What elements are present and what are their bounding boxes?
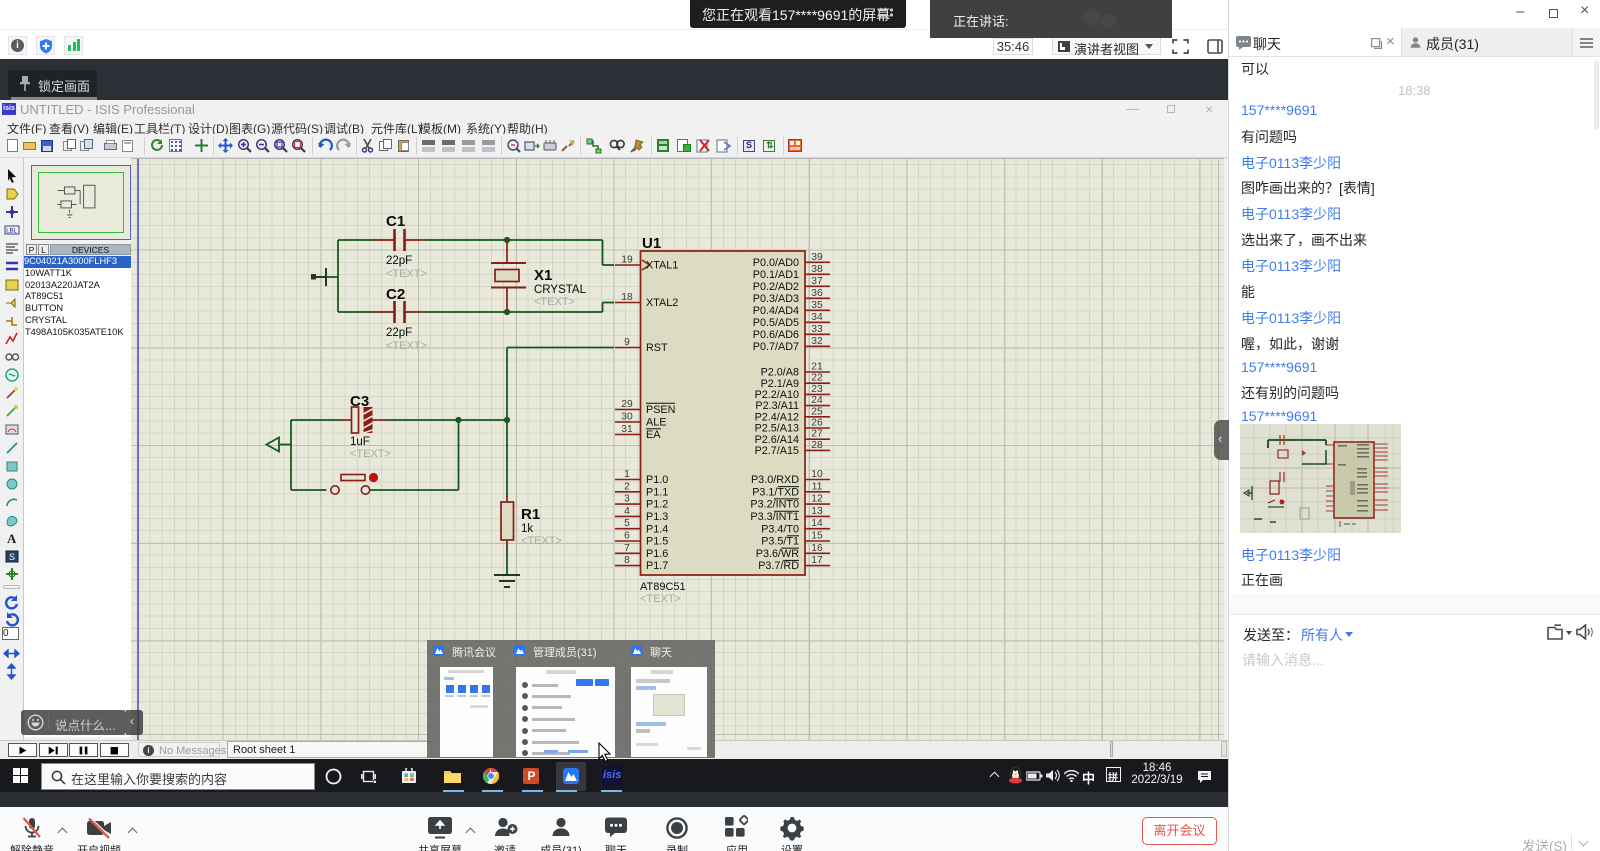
- svg-text:P1.7: P1.7: [646, 560, 668, 572]
- svg-text:9: 9: [624, 337, 630, 348]
- svg-text:33: 33: [811, 324, 823, 335]
- svg-text:36: 36: [811, 288, 823, 299]
- svg-text:<TEXT>: <TEXT>: [386, 268, 427, 280]
- svg-text:<TEXT>: <TEXT>: [640, 593, 681, 605]
- svg-text:17: 17: [811, 555, 823, 566]
- svg-text:P1.1: P1.1: [646, 486, 668, 498]
- svg-text:27: 27: [811, 429, 823, 440]
- svg-text:P2.4/A12: P2.4/A12: [755, 411, 799, 423]
- svg-text:2: 2: [624, 481, 630, 492]
- svg-text:22pF: 22pF: [386, 327, 412, 339]
- svg-text:P2.0/A8: P2.0/A8: [761, 367, 799, 379]
- svg-text:P2.2/A10: P2.2/A10: [755, 389, 799, 401]
- svg-text:11: 11: [812, 481, 823, 492]
- svg-text:P3.7/RD: P3.7/RD: [758, 560, 799, 572]
- svg-text:31: 31: [621, 424, 633, 435]
- svg-text:15: 15: [811, 531, 823, 542]
- svg-text:P2.5/A13: P2.5/A13: [755, 423, 799, 435]
- svg-text:7: 7: [624, 543, 630, 554]
- svg-text:1uF: 1uF: [350, 436, 370, 448]
- svg-text:P2.7/A15: P2.7/A15: [755, 445, 799, 457]
- svg-text:13: 13: [811, 506, 823, 517]
- svg-text:P3.4/T0: P3.4/T0: [761, 523, 799, 535]
- svg-text:P0.2/AD2: P0.2/AD2: [753, 281, 799, 293]
- svg-text:12: 12: [811, 494, 823, 505]
- svg-text:24: 24: [811, 395, 823, 406]
- svg-text:<TEXT>: <TEXT>: [386, 340, 427, 352]
- svg-text:38: 38: [811, 264, 823, 275]
- svg-text:34: 34: [811, 312, 823, 323]
- svg-text:22pF: 22pF: [386, 255, 412, 267]
- svg-text:16: 16: [811, 543, 823, 554]
- svg-text:P0.1/AD1: P0.1/AD1: [753, 269, 799, 281]
- svg-text:P1.2: P1.2: [646, 499, 668, 511]
- svg-text:CRYSTAL: CRYSTAL: [534, 284, 587, 296]
- svg-text:10: 10: [811, 469, 823, 480]
- svg-text:XTAL1: XTAL1: [646, 260, 678, 272]
- svg-text:30: 30: [621, 412, 633, 423]
- svg-text:39: 39: [811, 252, 823, 263]
- svg-text:P3.0/RXD: P3.0/RXD: [751, 474, 799, 486]
- svg-text:P0.7/AD7: P0.7/AD7: [753, 341, 799, 353]
- svg-text:21: 21: [811, 362, 823, 373]
- svg-text:PSEN: PSEN: [646, 404, 675, 416]
- svg-text:P0.3/AD3: P0.3/AD3: [753, 293, 799, 305]
- svg-text:AT89C51: AT89C51: [640, 581, 686, 593]
- svg-text:P0.6/AD6: P0.6/AD6: [753, 329, 799, 341]
- svg-text:14: 14: [811, 518, 823, 529]
- svg-text:6: 6: [624, 531, 630, 542]
- svg-text:U1: U1: [642, 235, 661, 252]
- svg-text:EA: EA: [646, 429, 661, 441]
- svg-text:8: 8: [624, 555, 630, 566]
- svg-text:28: 28: [811, 440, 823, 451]
- svg-text:RST: RST: [646, 342, 668, 354]
- svg-text:35: 35: [811, 300, 823, 311]
- svg-text:ALE: ALE: [646, 417, 666, 429]
- svg-text:P1.5: P1.5: [646, 536, 668, 548]
- svg-text:3: 3: [624, 494, 630, 505]
- svg-text:P3.3/INT1: P3.3/INT1: [750, 511, 799, 523]
- svg-text:37: 37: [811, 276, 823, 287]
- svg-text:18: 18: [621, 292, 633, 303]
- svg-text:P0.0/AD0: P0.0/AD0: [753, 257, 799, 269]
- svg-text:P2.1/A9: P2.1/A9: [761, 378, 799, 390]
- svg-text:<TEXT>: <TEXT>: [534, 296, 575, 308]
- svg-text:<TEXT>: <TEXT>: [521, 535, 562, 547]
- svg-text:32: 32: [811, 336, 823, 347]
- svg-text:19: 19: [621, 255, 633, 266]
- svg-text:26: 26: [811, 418, 823, 429]
- svg-text:P0.5/AD5: P0.5/AD5: [753, 317, 799, 329]
- svg-text:22: 22: [811, 373, 823, 384]
- svg-text:C2: C2: [386, 286, 405, 303]
- svg-text:P2.3/A11: P2.3/A11: [755, 400, 799, 412]
- svg-text:P0.4/AD4: P0.4/AD4: [753, 305, 799, 317]
- svg-text:P3.5/T1: P3.5/T1: [761, 536, 799, 548]
- svg-text:P1.4: P1.4: [646, 523, 668, 535]
- svg-text:R1: R1: [521, 506, 540, 523]
- svg-text:25: 25: [811, 406, 823, 417]
- svg-text:P3.6/WR: P3.6/WR: [756, 548, 799, 560]
- svg-text:P1.6: P1.6: [646, 548, 668, 560]
- svg-text:<TEXT>: <TEXT>: [350, 448, 391, 460]
- svg-text:P2.6/A14: P2.6/A14: [755, 434, 799, 446]
- svg-text:P3.1/TXD: P3.1/TXD: [752, 486, 799, 498]
- svg-text:4: 4: [624, 506, 630, 517]
- svg-text:29: 29: [621, 399, 633, 410]
- svg-text:XTAL2: XTAL2: [646, 297, 678, 309]
- svg-text:P3.2/INT0: P3.2/INT0: [750, 499, 799, 511]
- svg-text:C1: C1: [386, 213, 405, 230]
- svg-text:X1: X1: [534, 267, 552, 284]
- svg-text:C3: C3: [350, 393, 369, 410]
- svg-text:1: 1: [624, 469, 630, 480]
- svg-text:P1.3: P1.3: [646, 511, 668, 523]
- svg-text:23: 23: [811, 384, 823, 395]
- svg-text:1k: 1k: [521, 523, 533, 535]
- svg-text:P1.0: P1.0: [646, 474, 668, 486]
- svg-text:5: 5: [624, 518, 630, 529]
